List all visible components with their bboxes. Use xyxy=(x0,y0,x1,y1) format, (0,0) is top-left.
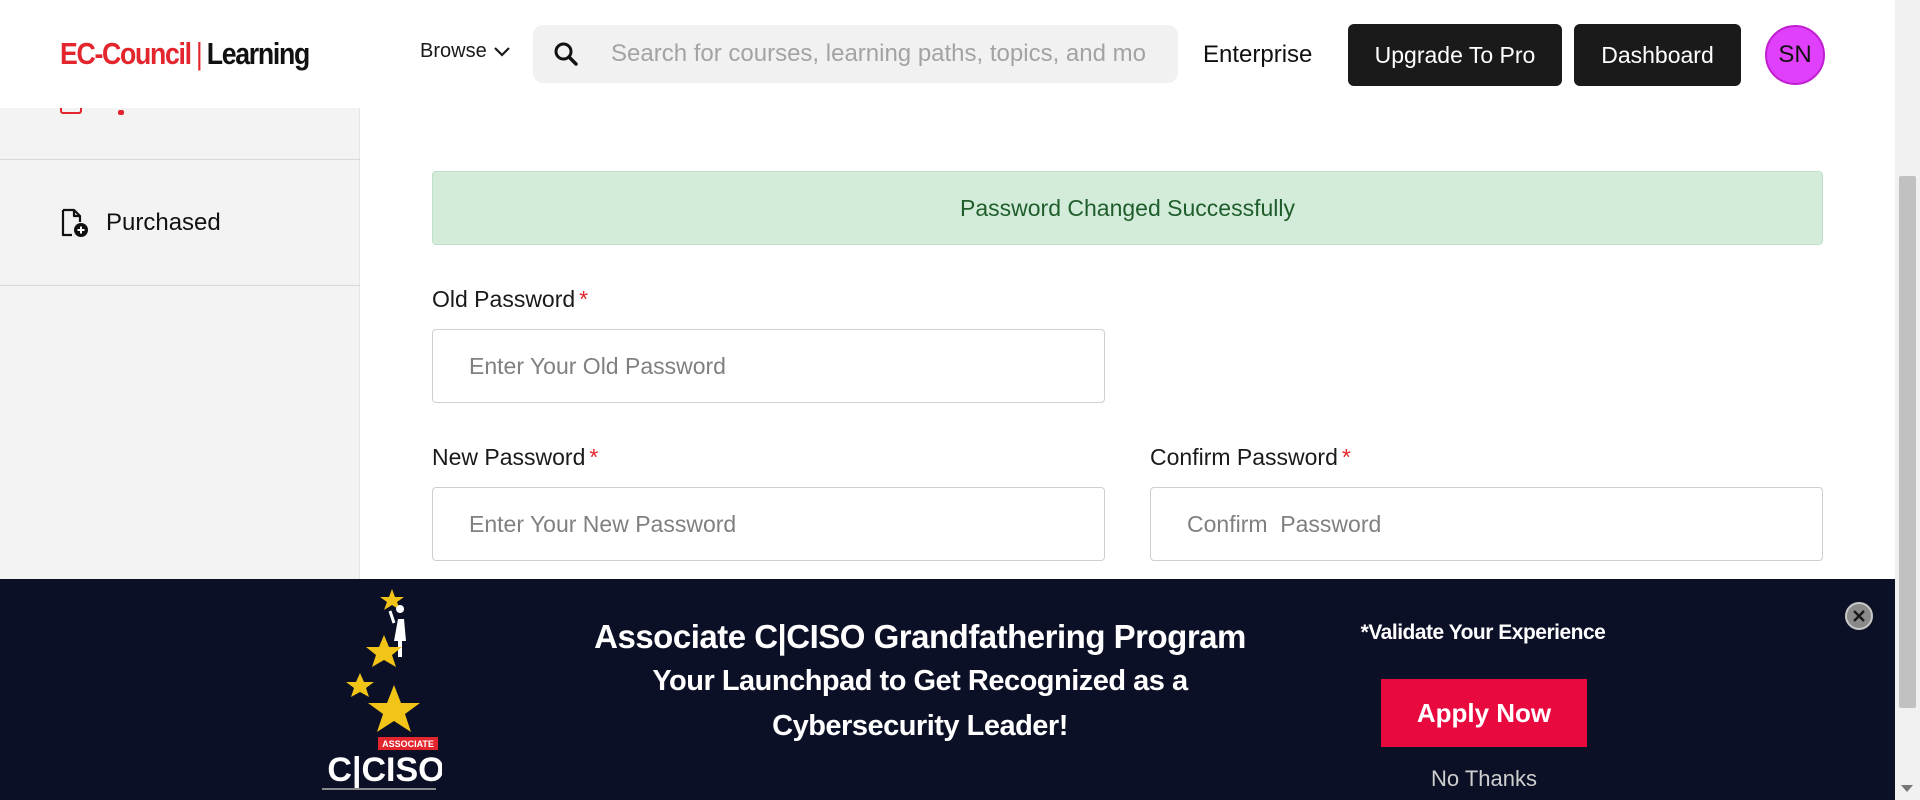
promo-validate-text: *Validate Your Experience xyxy=(1360,621,1606,644)
partial-item-icon xyxy=(60,108,82,114)
sidebar-item-partially-hidden[interactable] xyxy=(0,108,360,160)
new-password-label: New Password * xyxy=(432,444,598,471)
required-marker: * xyxy=(1341,444,1351,470)
cciso-associate-logo: ASSOCIATE C|CISO xyxy=(322,589,442,790)
logo-separator: | xyxy=(195,36,203,71)
upgrade-to-pro-button[interactable]: Upgrade To Pro xyxy=(1348,24,1562,86)
close-icon xyxy=(1853,610,1865,622)
search-input[interactable] xyxy=(611,40,1151,68)
no-thanks-link[interactable]: No Thanks xyxy=(1380,766,1588,792)
browse-menu[interactable]: Browse xyxy=(420,40,511,63)
logo-badge-text: ASSOCIATE xyxy=(382,739,434,749)
promo-headline: Associate C|CISO Grandfathering Program … xyxy=(560,615,1280,749)
old-password-field[interactable] xyxy=(432,329,1105,403)
browse-label: Browse xyxy=(420,40,487,62)
close-banner-button[interactable] xyxy=(1845,602,1873,630)
required-marker: * xyxy=(589,444,599,470)
confirm-password-label: Confirm Password * xyxy=(1150,444,1351,471)
chevron-down-icon xyxy=(493,46,510,57)
logo-text-brand: EC-Council xyxy=(60,36,192,71)
ec-council-learning-logo[interactable]: EC-Council | Learning xyxy=(60,36,311,72)
old-password-label-text: Old Password xyxy=(432,286,576,312)
new-password-label-text: New Password xyxy=(432,444,586,470)
search-icon[interactable] xyxy=(553,41,579,67)
enterprise-link[interactable]: Enterprise xyxy=(1203,41,1312,69)
sidebar-item-label: Purchased xyxy=(106,209,221,236)
scroll-down-arrow-icon[interactable] xyxy=(1901,785,1913,792)
logo-text-learning: Learning xyxy=(206,36,311,71)
partial-item-label-fragment xyxy=(118,110,124,115)
success-alert: Password Changed Successfully xyxy=(432,171,1823,245)
sidebar-item-purchased[interactable]: Purchased xyxy=(0,161,360,286)
confirm-password-label-text: Confirm Password xyxy=(1150,444,1338,470)
apply-now-button[interactable]: Apply Now xyxy=(1381,679,1587,747)
required-marker: * xyxy=(579,286,589,312)
promo-title: Associate C|CISO Grandfathering Program xyxy=(594,618,1246,655)
page-scrollbar[interactable] xyxy=(1895,0,1920,800)
search-bar xyxy=(533,25,1178,83)
file-add-icon xyxy=(61,208,88,237)
confirm-password-field[interactable] xyxy=(1150,487,1823,561)
new-password-field[interactable] xyxy=(432,487,1105,561)
dashboard-button[interactable]: Dashboard xyxy=(1574,24,1741,86)
top-navigation: EC-Council|Learning Browse Enterprise Up… xyxy=(0,0,1895,108)
star-left xyxy=(346,673,374,697)
scrollbar-thumb[interactable] xyxy=(1899,176,1916,708)
user-avatar[interactable]: SN xyxy=(1765,25,1825,85)
promo-subtitle-line2: Cybersecurity Leader! xyxy=(772,710,1068,742)
promo-banner: ASSOCIATE C|CISO Associate C|CISO Grandf… xyxy=(0,579,1895,800)
promo-subtitle-line1: Your Launchpad to Get Recognized as a xyxy=(652,665,1188,697)
old-password-label: Old Password * xyxy=(432,286,588,313)
logo-wordmark-text: C|CISO xyxy=(327,751,442,789)
star-large xyxy=(368,685,420,732)
